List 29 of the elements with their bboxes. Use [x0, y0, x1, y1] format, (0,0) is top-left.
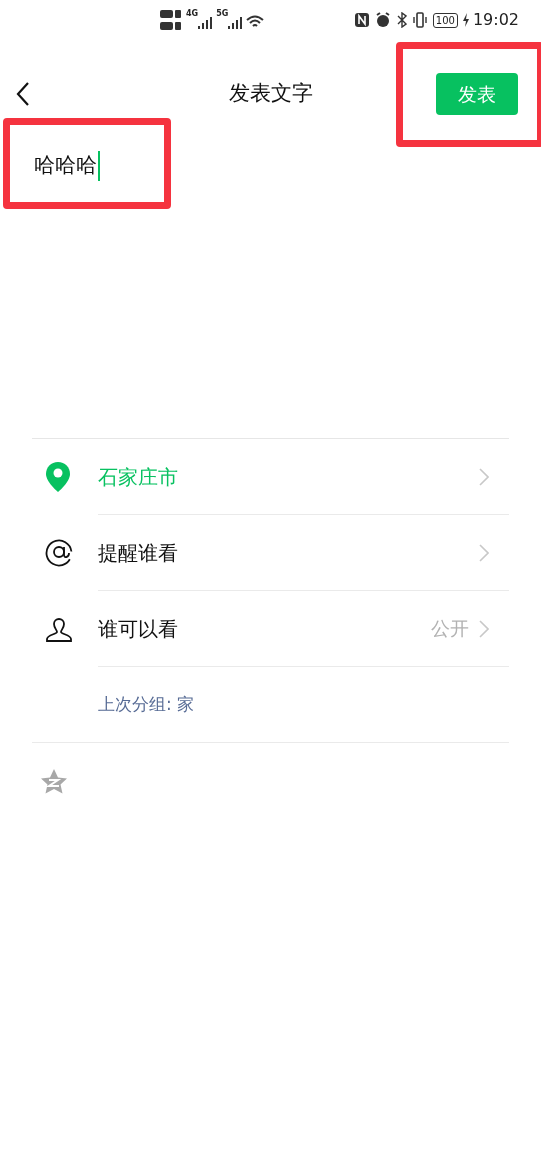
chevron-icon [479, 619, 489, 638]
option-value: 公开 [431, 616, 469, 642]
wifi-icon [246, 15, 265, 29]
chevron-icon [479, 467, 489, 486]
signal-icon [198, 17, 213, 29]
at-sign-icon [45, 539, 73, 567]
hd-icon [160, 8, 182, 32]
option-row[interactable]: 谁可以看 公开 [98, 591, 509, 667]
clock-time: 19:02 [472, 9, 519, 31]
battery-indicator: 100 [432, 12, 458, 28]
bluetooth-icon [396, 12, 407, 28]
option-row[interactable]: 提醒谁看 [98, 515, 509, 591]
star-icon [40, 767, 68, 795]
back-icon [16, 81, 30, 107]
signal-icon [228, 17, 243, 29]
network-label: 4G [186, 8, 199, 20]
option-label: 石家庄市 [98, 463, 179, 491]
nfc-icon [354, 13, 369, 27]
option-label: 谁可以看 [98, 615, 179, 643]
last-group-link[interactable]: 上次分组: 家 [98, 691, 195, 718]
person-icon [45, 615, 73, 643]
network-label: 5G [216, 8, 229, 20]
vibrate-icon [412, 12, 427, 28]
location-pin-icon [45, 461, 71, 493]
alarm-icon [374, 12, 391, 28]
option-label: 提醒谁看 [98, 539, 179, 567]
page-title: 发表文字 [228, 80, 313, 108]
charging-icon [461, 13, 470, 27]
chevron-icon [479, 543, 489, 562]
